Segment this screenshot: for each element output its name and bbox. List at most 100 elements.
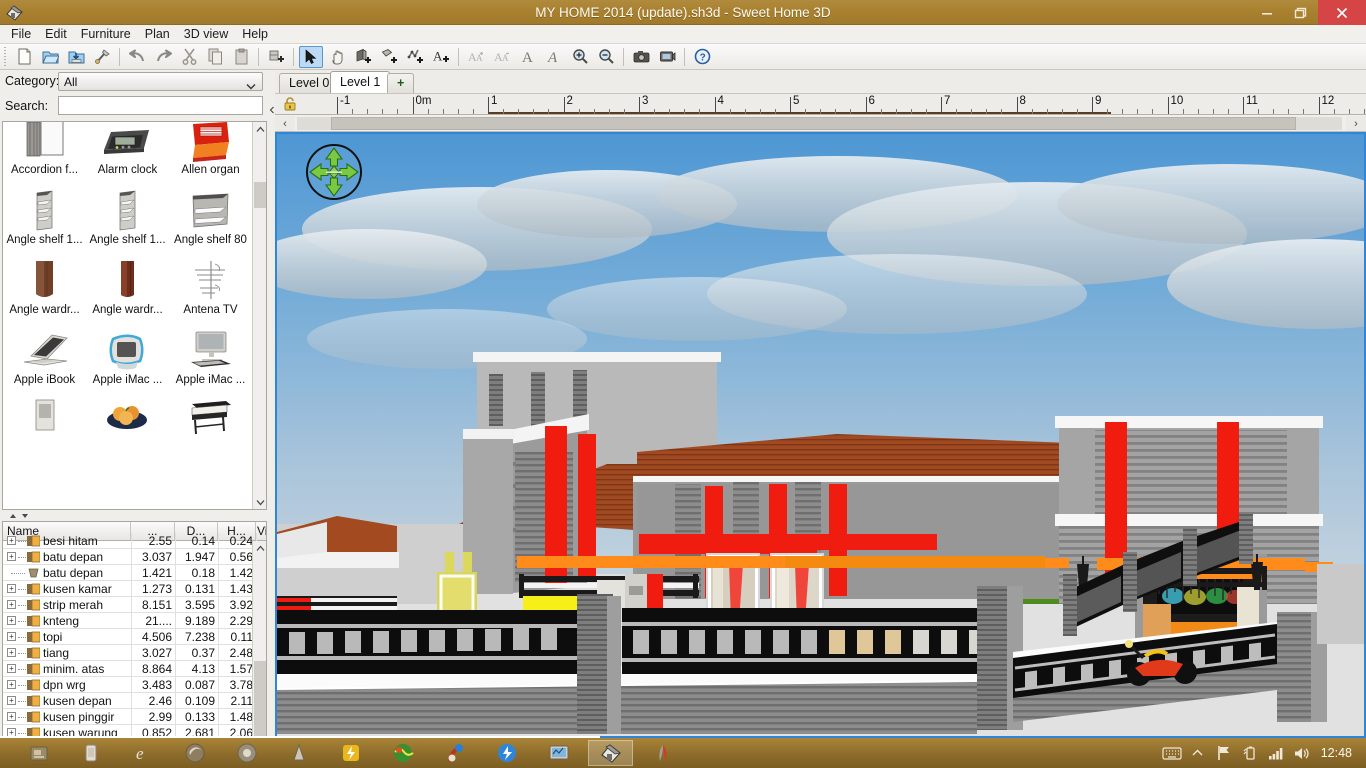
new-home-button[interactable] (12, 46, 36, 68)
scroll-right-button[interactable]: › (1346, 116, 1366, 131)
firefox-task[interactable] (172, 740, 217, 766)
table-row[interactable]: + tiang 3.027 0.37 2.48 (3, 645, 257, 661)
3d-view[interactable] (275, 132, 1366, 738)
pan-tool-button[interactable] (325, 46, 349, 68)
furniture-list[interactable]: Name ... D... H... Vi... +besi hitam2.55… (2, 521, 267, 768)
menu-furniture[interactable]: Furniture (74, 25, 138, 43)
file-explorer-task[interactable] (16, 740, 61, 766)
catalog-item[interactable]: Angle shelf 80 (169, 186, 252, 256)
expand-toggle-icon[interactable]: + (7, 600, 16, 609)
padlock-icon[interactable] (282, 96, 298, 112)
cone-app-task[interactable] (276, 740, 321, 766)
visible-checkbox[interactable] (266, 567, 267, 579)
create-rooms-button[interactable] (377, 46, 401, 68)
keyboard-tray-icon[interactable] (1159, 738, 1185, 768)
table-row[interactable]: batu depan 1.421 0.18 1.42 (3, 565, 257, 581)
speaker-icon[interactable] (1289, 738, 1315, 768)
menu-plan[interactable]: Plan (138, 25, 177, 43)
expand-toggle-icon[interactable]: + (7, 552, 16, 561)
paint-app-task[interactable] (432, 740, 477, 766)
catalog-item[interactable] (86, 396, 169, 466)
visible-checkbox[interactable] (266, 535, 267, 547)
table-row[interactable]: + minim. atas 8.864 4.13 1.57 (3, 661, 257, 677)
tab-level-1[interactable]: Level 1 (330, 71, 391, 93)
save-button[interactable] (64, 46, 88, 68)
expand-toggle-icon[interactable]: + (7, 648, 16, 657)
menu-help[interactable]: Help (235, 25, 275, 43)
store-task[interactable] (68, 740, 113, 766)
cut-button[interactable] (177, 46, 201, 68)
catalog-item[interactable]: Angle shelf 1... (86, 186, 169, 256)
catalog-scrollbar[interactable] (252, 122, 266, 509)
decrease-text-size-button[interactable]: A A (490, 46, 514, 68)
table-row[interactable]: + kusen depan 2.46 0.109 2.11 (3, 693, 257, 709)
visible-checkbox[interactable] (266, 583, 267, 595)
expand-toggle-icon[interactable]: + (7, 616, 16, 625)
redo-button[interactable] (151, 46, 175, 68)
catalog-item[interactable]: Angle wardr... (3, 256, 86, 326)
maximize-button[interactable] (1284, 0, 1318, 25)
table-row[interactable]: + dpn wrg 3.483 0.087 3.78 (3, 677, 257, 693)
chrome-task[interactable] (224, 740, 269, 766)
help-button[interactable]: ? (690, 46, 714, 68)
table-row[interactable]: + besi hitam 2.55 0.14 0.24 (3, 533, 257, 549)
plan-scroll-thumb[interactable] (331, 117, 1296, 130)
visible-checkbox[interactable] (266, 551, 267, 563)
scroll-up-arrow-icon[interactable] (253, 122, 266, 136)
catalog-item[interactable]: Antena TV (169, 256, 252, 326)
expand-toggle-icon[interactable]: + (7, 632, 16, 641)
menu-edit[interactable]: Edit (38, 25, 74, 43)
open-button[interactable] (38, 46, 62, 68)
scroll-down-arrow-icon[interactable] (253, 495, 266, 509)
scroll-up-arrow-icon[interactable] (253, 541, 266, 555)
minimize-button[interactable] (1250, 0, 1284, 25)
expand-toggle-icon[interactable]: + (7, 584, 16, 593)
copy-button[interactable] (203, 46, 227, 68)
select-tool-button[interactable] (299, 45, 323, 68)
flash-app-task[interactable] (328, 740, 373, 766)
add-level-button[interactable]: + (387, 73, 415, 93)
category-select[interactable]: All (58, 72, 263, 91)
visible-checkbox[interactable] (266, 679, 267, 691)
add-text-button[interactable]: A (429, 46, 453, 68)
globe-app-task[interactable] (380, 740, 425, 766)
expand-toggle-icon[interactable]: + (7, 712, 16, 721)
catalog-item[interactable]: Apple iMac ... (169, 326, 252, 396)
expand-toggle-icon[interactable]: + (7, 696, 16, 705)
catalog-scrollbar-thumb[interactable] (254, 182, 266, 208)
toolbar-grip[interactable] (2, 46, 9, 67)
visible-checkbox[interactable] (266, 663, 267, 675)
create-walls-button[interactable] (351, 46, 375, 68)
catalog-item[interactable]: Apple iMac ... (86, 326, 169, 396)
scroll-left-button[interactable]: ‹ (275, 116, 295, 131)
battery-tray-icon[interactable] (1237, 738, 1263, 768)
bold-style-button[interactable]: A (516, 46, 540, 68)
sweethome3d-task[interactable] (588, 740, 633, 766)
plan-horizontal-scrollbar[interactable]: ‹ › (275, 115, 1366, 132)
horizontal-splitter[interactable] (0, 511, 269, 521)
show-hidden-icons[interactable] (1185, 738, 1211, 768)
italic-style-button[interactable]: A (542, 46, 566, 68)
catalog-item[interactable] (3, 396, 86, 466)
search-field-wrapper[interactable] (58, 96, 263, 115)
table-row[interactable]: + knteng 21.... 9.189 2.29 (3, 613, 257, 629)
menu-3d-view[interactable]: 3D view (177, 25, 235, 43)
add-furniture-button[interactable] (264, 46, 288, 68)
menu-file[interactable]: File (4, 25, 38, 43)
catalog-item[interactable]: Angle shelf 1... (3, 186, 86, 256)
create-polyline-button[interactable] (403, 46, 427, 68)
table-row[interactable]: + topi 4.506 7.238 0.11 (3, 629, 257, 645)
search-input[interactable] (59, 97, 262, 114)
zoom-in-button[interactable] (568, 46, 592, 68)
expand-toggle-icon[interactable]: + (7, 536, 16, 545)
expand-toggle-icon[interactable]: + (7, 664, 16, 673)
internet-explorer-task[interactable]: e (120, 740, 165, 766)
create-photo-button[interactable] (629, 46, 653, 68)
visible-checkbox[interactable] (266, 711, 267, 723)
table-row[interactable]: + kusen pinggir 2.99 0.133 1.48 (3, 709, 257, 725)
preferences-button[interactable] (90, 46, 114, 68)
visible-checkbox[interactable] (266, 647, 267, 659)
expand-toggle-icon[interactable]: + (7, 680, 16, 689)
furniture-list-scrollbar[interactable] (252, 541, 266, 768)
catalog-item[interactable]: Apple iBook (3, 326, 86, 396)
